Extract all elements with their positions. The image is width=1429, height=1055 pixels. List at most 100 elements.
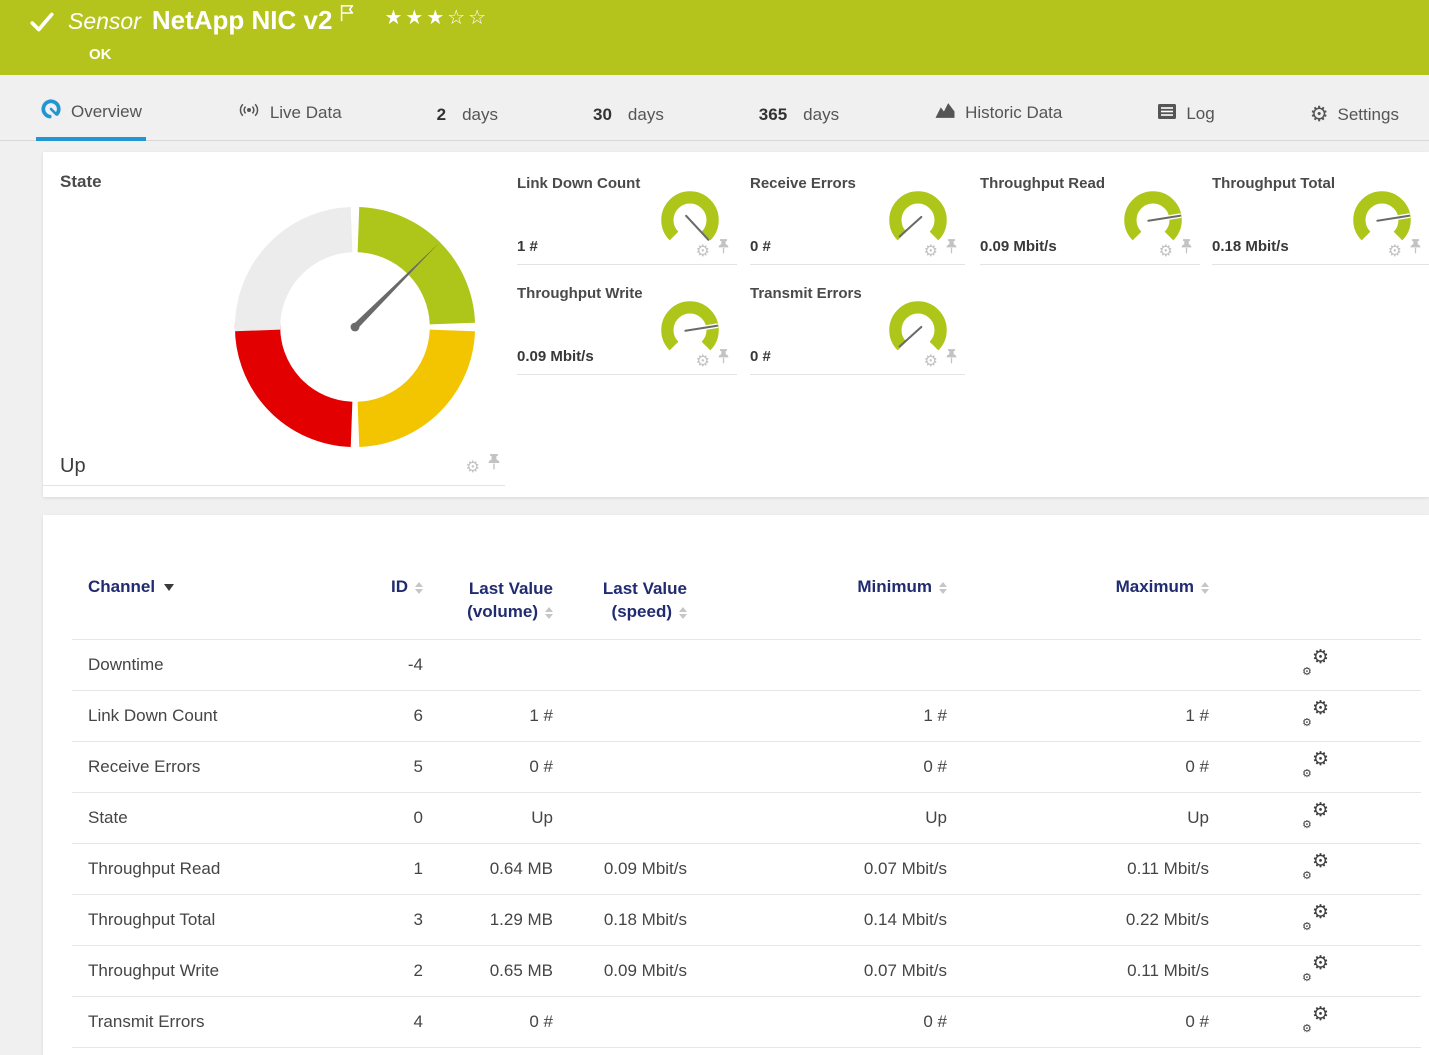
gauge-title: Throughput Total [1212, 175, 1335, 192]
favorite-flag-icon[interactable] [338, 3, 356, 28]
sensor-tab-bar: Overview Live Data 2 days 30 days 365 da… [0, 75, 1429, 141]
column-header-minimum[interactable]: Minimum [688, 515, 948, 639]
table-row-throughput-total: Throughput Total 3 1.29 MB 0.18 Mbit/s 0… [72, 894, 1421, 945]
column-header-id-label: ID [391, 577, 408, 596]
cell-maximum: 0 # [948, 741, 1210, 792]
channel-settings-gear-icon[interactable]: ⚙⚙ [1302, 700, 1329, 726]
gear-icon[interactable]: ⚙ [696, 355, 710, 369]
cell-maximum: 0.11 Mbit/s [948, 945, 1210, 996]
column-header-channel[interactable]: Channel [72, 515, 372, 639]
pin-icon[interactable] [946, 239, 957, 259]
table-row-transmit-errors: Transmit Errors 4 0 # 0 # 0 # ⚙⚙ [72, 996, 1421, 1047]
gear-icon[interactable]: ⚙ [1388, 245, 1402, 259]
cell-id: 4 [372, 996, 424, 1047]
gauge-title: Throughput Write [517, 285, 643, 302]
gauge-value: 0 # [750, 238, 771, 255]
column-header-id[interactable]: ID [372, 515, 424, 639]
gauge-value: 0 # [750, 348, 771, 365]
sensor-status-banner: Sensor NetApp NIC v2 ★★★☆☆ OK [0, 0, 1429, 75]
cell-last-value-speed [554, 639, 688, 690]
column-header-actions [1210, 515, 1421, 639]
tab-365-days-number: 365 [759, 105, 787, 125]
pin-icon[interactable] [488, 454, 500, 475]
tab-overview-label: Overview [71, 102, 142, 122]
column-header-last-value-volume[interactable]: Last Value (volume) [424, 515, 554, 639]
tab-historic-data[interactable]: Historic Data [930, 101, 1066, 140]
live-signal-icon [237, 100, 261, 125]
cell-id: 5 [372, 741, 424, 792]
cell-last-value-speed [554, 792, 688, 843]
gauge-title: Link Down Count [517, 175, 640, 192]
state-gauge-tile: State Up ⚙ [43, 152, 505, 486]
gauge-value: 0.09 Mbit/s [980, 238, 1057, 255]
channel-settings-gear-icon[interactable]: ⚙⚙ [1302, 853, 1329, 879]
gauge-icon [40, 98, 62, 125]
cell-channel: Transmit Errors [72, 996, 372, 1047]
priority-stars[interactable]: ★★★☆☆ [384, 5, 489, 30]
pin-icon[interactable] [946, 349, 957, 369]
pin-icon[interactable] [718, 239, 729, 259]
tab-365-days[interactable]: 365 days [755, 105, 843, 140]
pin-icon[interactable] [1410, 239, 1421, 259]
gear-icon[interactable]: ⚙ [924, 355, 938, 369]
table-row-state: State 0 Up Up Up ⚙⚙ [72, 792, 1421, 843]
column-header-last-value-speed[interactable]: Last Value (speed) [554, 515, 688, 639]
prtg-sensor-overview-page: { "colors": { "banner_green": "#b5c41d",… [0, 0, 1429, 1055]
gear-icon[interactable]: ⚙ [466, 461, 480, 475]
cell-last-value-speed: 0.18 Mbit/s [554, 894, 688, 945]
gear-icon[interactable]: ⚙ [696, 245, 710, 259]
area-chart-icon [934, 101, 956, 125]
gear-icon: ⚙ [1310, 106, 1329, 124]
cell-channel: Receive Errors [72, 741, 372, 792]
cell-minimum: 1 # [688, 690, 948, 741]
tab-30-days[interactable]: 30 days [589, 105, 668, 140]
cell-last-value-speed [554, 690, 688, 741]
cell-maximum: 0.11 Mbit/s [948, 843, 1210, 894]
state-gauge-value: Up [60, 455, 86, 478]
channel-settings-gear-icon[interactable]: ⚙⚙ [1302, 904, 1329, 930]
sort-icon [545, 607, 553, 619]
channel-table-header-row: Channel ID Last Value (volume) Last Valu… [72, 515, 1421, 639]
tab-2-days[interactable]: 2 days [433, 105, 502, 140]
sensor-name: NetApp NIC v2 [152, 5, 333, 36]
tab-settings[interactable]: ⚙ Settings [1306, 105, 1403, 140]
channel-table: Channel ID Last Value (volume) Last Valu… [72, 515, 1421, 1048]
cell-channel: State [72, 792, 372, 843]
table-row-throughput-read: Throughput Read 1 0.64 MB 0.09 Mbit/s 0.… [72, 843, 1421, 894]
gear-icon[interactable]: ⚙ [924, 245, 938, 259]
gear-icon[interactable]: ⚙ [1159, 245, 1173, 259]
cell-last-value-volume: 0.64 MB [424, 843, 554, 894]
cell-minimum: 0 # [688, 741, 948, 792]
pin-icon[interactable] [718, 349, 729, 369]
sort-icon [939, 582, 947, 594]
gauge-title: Throughput Read [980, 175, 1105, 192]
channel-table-panel: Channel ID Last Value (volume) Last Valu… [43, 515, 1429, 1055]
channel-settings-gear-icon[interactable]: ⚙⚙ [1302, 955, 1329, 981]
pin-icon[interactable] [1181, 239, 1192, 259]
gauge-value: 0.18 Mbit/s [1212, 238, 1289, 255]
cell-id: 6 [372, 690, 424, 741]
table-row-downtime: Downtime -4 ⚙⚙ [72, 639, 1421, 690]
tab-live-data[interactable]: Live Data [233, 100, 346, 140]
cell-minimum: Up [688, 792, 948, 843]
cell-last-value-volume: 0 # [424, 741, 554, 792]
tab-log-label: Log [1186, 104, 1214, 124]
column-header-sublabel: (speed) [612, 602, 672, 621]
cell-id: 2 [372, 945, 424, 996]
channel-settings-gear-icon[interactable]: ⚙⚙ [1302, 1006, 1329, 1032]
channel-settings-gear-icon[interactable]: ⚙⚙ [1302, 751, 1329, 777]
gauge-title: Transmit Errors [750, 285, 862, 302]
column-header-maximum[interactable]: Maximum [948, 515, 1210, 639]
state-gauge [227, 199, 483, 455]
channel-settings-gear-icon[interactable]: ⚙⚙ [1302, 802, 1329, 828]
tab-overview[interactable]: Overview [36, 98, 146, 140]
column-header-sublabel: (volume) [467, 602, 538, 621]
channel-settings-gear-icon[interactable]: ⚙⚙ [1302, 649, 1329, 675]
gauge-tile-link-down-count: Link Down Count 1 # ⚙ [517, 165, 737, 265]
cell-channel: Throughput Total [72, 894, 372, 945]
tab-historic-data-label: Historic Data [965, 103, 1062, 123]
cell-minimum: 0.14 Mbit/s [688, 894, 948, 945]
tab-log[interactable]: Log [1153, 103, 1218, 140]
sensor-kind-label: Sensor [68, 5, 141, 35]
column-header-label: Last Value [555, 577, 687, 600]
